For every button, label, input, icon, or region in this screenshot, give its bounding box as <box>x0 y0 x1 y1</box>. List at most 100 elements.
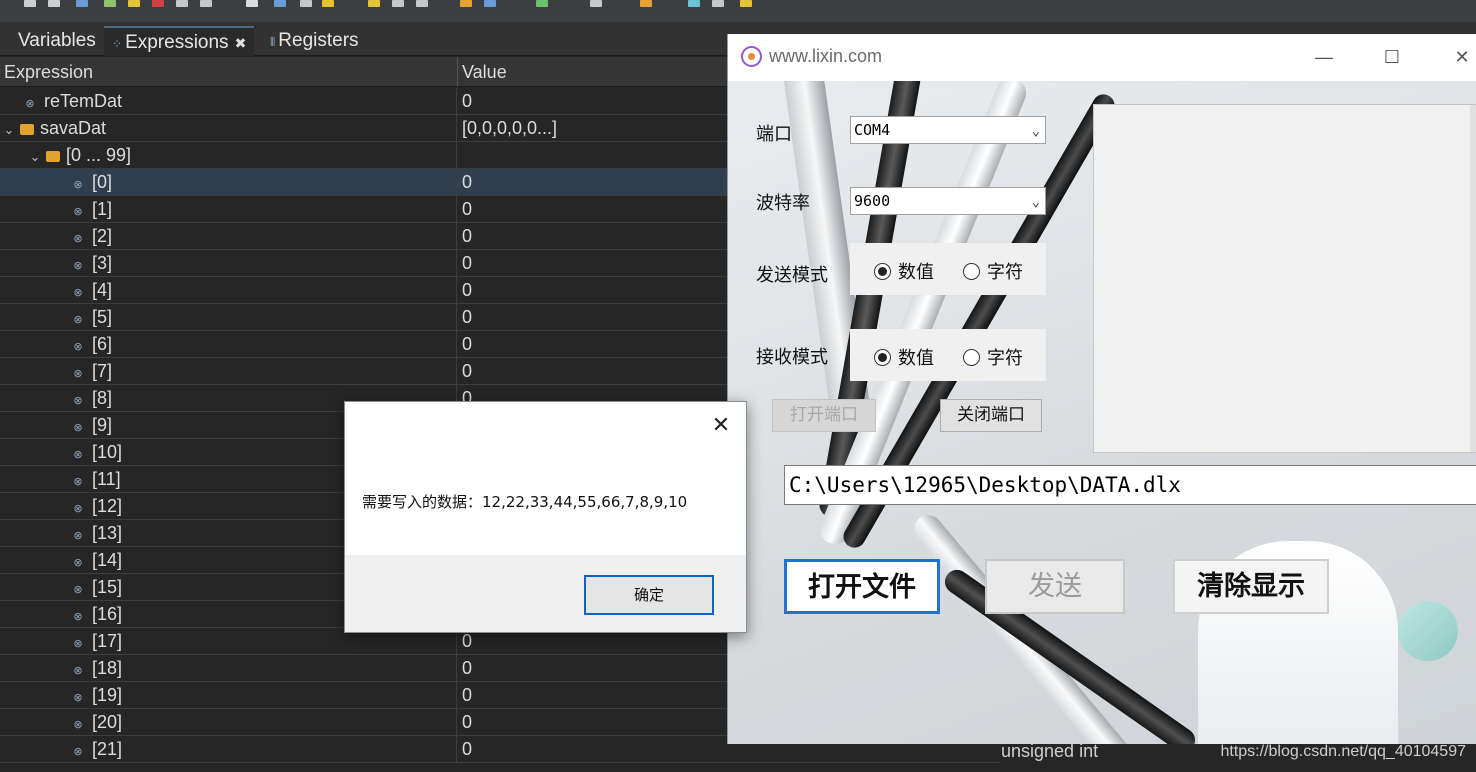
app-logo-icon <box>741 46 762 67</box>
expression-cell: ⊗ [4] <box>0 277 457 303</box>
expression-cell: ⊗ [21] <box>0 736 457 762</box>
radio-checked-icon <box>874 349 891 366</box>
tab-expressions[interactable]: ⁘ Expressions ✖ <box>104 26 254 56</box>
port-select[interactable]: COM4 ⌄ <box>850 116 1046 144</box>
radio-unchecked-icon <box>963 349 980 366</box>
toolbar-icon[interactable] <box>484 0 496 7</box>
toolbar-icon[interactable] <box>640 0 652 7</box>
send-mode-char-radio[interactable]: 字符 <box>963 258 1023 284</box>
toolbar-icon[interactable] <box>590 0 602 7</box>
tab-variables-label: Variables <box>18 30 96 51</box>
close-icon[interactable]: ✖ <box>235 28 247 58</box>
app-titlebar: www.lixin.com — ☐ ✕ <box>728 34 1476 81</box>
toolbar-icon[interactable] <box>368 0 380 7</box>
tab-registers[interactable]: ⦀ Registers <box>262 26 367 56</box>
close-icon[interactable]: ✕ <box>706 412 736 438</box>
file-path-input[interactable]: C:\Users\12965\Desktop\DATA.dlx <box>784 465 1476 505</box>
watermark: https://blog.csdn.net/qq_40104597 <box>1220 743 1466 760</box>
value-cell: 0 <box>462 91 473 111</box>
app-title: www.lixin.com <box>769 46 883 66</box>
toolbar-icon[interactable] <box>24 0 36 7</box>
toolbar-icon[interactable] <box>246 0 258 7</box>
expression-cell: ⊗ [20] <box>0 709 457 735</box>
toolbar-icon[interactable] <box>200 0 212 7</box>
clear-display-button[interactable]: 清除显示 <box>1173 559 1329 614</box>
recv-mode-numeric-label: 数值 <box>898 348 934 369</box>
send-button[interactable]: 发送 <box>985 559 1125 614</box>
toolbar-icon[interactable] <box>712 0 724 7</box>
toolbar-icon[interactable] <box>128 0 140 7</box>
recv-mode-char-radio[interactable]: 字符 <box>963 344 1023 370</box>
toolbar-icon[interactable] <box>104 0 116 7</box>
radio-checked-icon <box>874 263 891 280</box>
variable-icon: ⊗ <box>73 179 83 191</box>
expression-name: [11] <box>92 469 121 489</box>
type-cell-text: unsigned int <box>1001 741 1099 761</box>
toolbar-icon[interactable] <box>76 0 88 7</box>
recv-mode-numeric-radio[interactable]: 数值 <box>874 344 934 370</box>
expression-cell: ⊗ [19] <box>0 682 457 708</box>
expression-cell: ⊗ [2] <box>0 223 457 249</box>
background-image <box>1398 601 1458 661</box>
toolbar-icon[interactable] <box>322 0 334 7</box>
variable-icon: ⊗ <box>73 746 83 758</box>
ok-button[interactable]: 确定 <box>584 575 714 615</box>
tab-registers-label: Registers <box>278 30 359 51</box>
value-cell: 0 <box>462 172 473 192</box>
open-file-button[interactable]: 打开文件 <box>784 559 940 614</box>
port-select-value: COM4 <box>854 121 891 139</box>
expression-name: [13] <box>92 523 123 543</box>
tab-variables[interactable]: Variables <box>10 26 104 56</box>
toolbar-icon[interactable] <box>740 0 752 7</box>
variable-icon: ⊗ <box>73 287 83 299</box>
variable-icon: ⊗ <box>73 368 83 380</box>
value-cell: 0 <box>462 307 473 327</box>
toolbar-icon[interactable] <box>392 0 404 7</box>
expression-cell: ⊗ [3] <box>0 250 457 276</box>
variable-icon: ⊗ <box>73 503 83 515</box>
expression-name: [0] <box>92 172 113 192</box>
toolbar-icon[interactable] <box>152 0 164 7</box>
chevron-down-icon: ⌄ <box>1031 194 1040 210</box>
expression-name: [0 ... 99] <box>66 145 132 165</box>
close-window-button[interactable]: ✕ <box>1444 42 1476 72</box>
toolbar-icon[interactable] <box>48 0 60 7</box>
value-cell: [0,0,0,0,0...] <box>462 118 558 138</box>
toolbar-icon[interactable] <box>274 0 286 7</box>
minimize-button[interactable]: — <box>1306 42 1342 72</box>
chevron-down-icon[interactable]: ⌄ <box>2 117 16 143</box>
toolbar-icon[interactable] <box>460 0 472 7</box>
variable-icon: ⊗ <box>25 98 35 110</box>
send-mode-numeric-radio[interactable]: 数值 <box>874 258 934 284</box>
maximize-button[interactable]: ☐ <box>1374 42 1410 72</box>
toolbar-icon[interactable] <box>300 0 312 7</box>
app-body: 端口 COM4 ⌄ 波特率 9600 ⌄ 发送模式 数值 字符 接收模式 数值 … <box>728 81 1476 744</box>
toolbar-icon[interactable] <box>688 0 700 7</box>
radio-unchecked-icon <box>963 263 980 280</box>
close-port-button[interactable]: 关闭端口 <box>940 399 1042 432</box>
value-cell: 0 <box>462 253 473 273</box>
chevron-down-icon[interactable]: ⌄ <box>28 144 42 170</box>
toolbar-icon[interactable] <box>536 0 548 7</box>
toolbar-icon[interactable] <box>176 0 188 7</box>
recv-mode-label: 接收模式 <box>756 347 828 368</box>
port-label: 端口 <box>756 124 792 145</box>
expression-cell: ⊗ [1] <box>0 196 457 222</box>
variable-icon: ⊗ <box>73 638 83 650</box>
expression-name: [12] <box>92 496 123 516</box>
message-content-area: ✕ 需要写入的数据：12,22,33,44,55,66,7,8,9,10 <box>345 402 746 555</box>
expression-name: reTemDat <box>44 91 123 111</box>
toolbar-icon[interactable] <box>416 0 428 7</box>
expression-name: [6] <box>92 334 113 354</box>
expression-name: [4] <box>92 280 113 300</box>
variable-icon: ⊗ <box>73 665 83 677</box>
ide-toolbar <box>0 0 1476 22</box>
baud-select[interactable]: 9600 ⌄ <box>850 187 1046 215</box>
expression-name: [15] <box>92 577 123 597</box>
expression-name: [17] <box>92 631 123 651</box>
receive-textarea[interactable] <box>1093 104 1476 453</box>
scrollbar[interactable] <box>1470 105 1476 452</box>
value-cell: 0 <box>462 334 473 354</box>
open-port-button[interactable]: 打开端口 <box>772 399 876 432</box>
column-header-expression[interactable]: Expression <box>0 57 458 87</box>
